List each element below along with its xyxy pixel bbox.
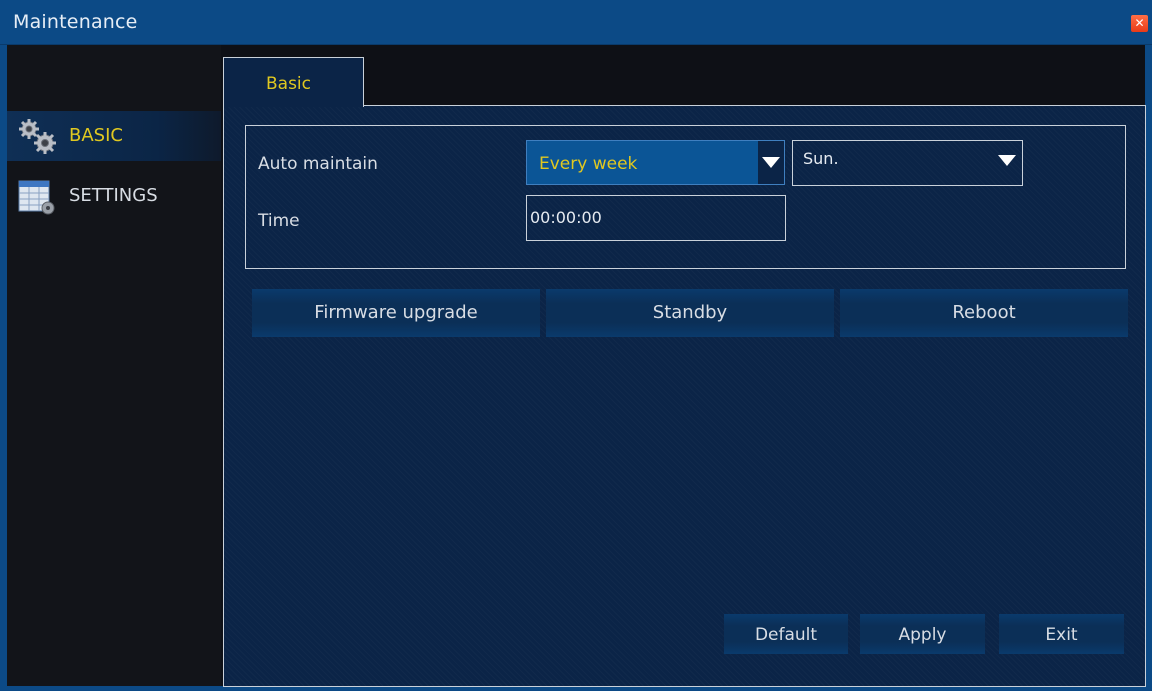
sidebar: BASIC SETTINGS <box>7 45 221 686</box>
standby-button[interactable]: Standby <box>546 289 834 337</box>
title-bar[interactable]: Maintenance ✕ <box>0 0 1152 45</box>
exit-button[interactable]: Exit <box>999 614 1124 654</box>
sidebar-item-basic[interactable]: BASIC <box>7 111 221 161</box>
sidebar-item-label: BASIC <box>69 125 123 146</box>
tab-basic[interactable]: Basic <box>223 57 364 107</box>
apply-button[interactable]: Apply <box>860 614 985 654</box>
frame-left <box>0 45 7 691</box>
day-value: Sun. <box>803 149 839 168</box>
auto-maintain-label: Auto maintain <box>258 154 378 174</box>
time-label: Time <box>258 211 300 231</box>
maintenance-window: Maintenance ✕ BASIC SETTINGS Basic Auto … <box>0 0 1152 691</box>
auto-maintain-select[interactable]: Every week <box>526 140 785 185</box>
auto-maintain-value: Every week <box>539 154 638 174</box>
time-value: 00:00:00 <box>530 208 602 227</box>
time-input[interactable]: 00:00:00 <box>526 195 786 241</box>
sidebar-item-label: SETTINGS <box>69 185 158 206</box>
chevron-down-icon[interactable] <box>758 141 784 184</box>
reboot-button[interactable]: Reboot <box>840 289 1128 337</box>
gears-icon <box>19 119 56 154</box>
firmware-upgrade-button[interactable]: Firmware upgrade <box>252 289 540 337</box>
window-title: Maintenance <box>13 11 138 33</box>
chevron-down-icon[interactable] <box>998 155 1018 173</box>
tab-label: Basic <box>266 74 312 94</box>
settings-table-icon <box>18 180 55 215</box>
sidebar-item-settings[interactable]: SETTINGS <box>7 171 221 221</box>
day-select[interactable]: Sun. <box>792 140 1023 186</box>
close-icon[interactable]: ✕ <box>1131 15 1148 32</box>
default-button[interactable]: Default <box>724 614 848 654</box>
frame-right <box>1145 45 1152 691</box>
